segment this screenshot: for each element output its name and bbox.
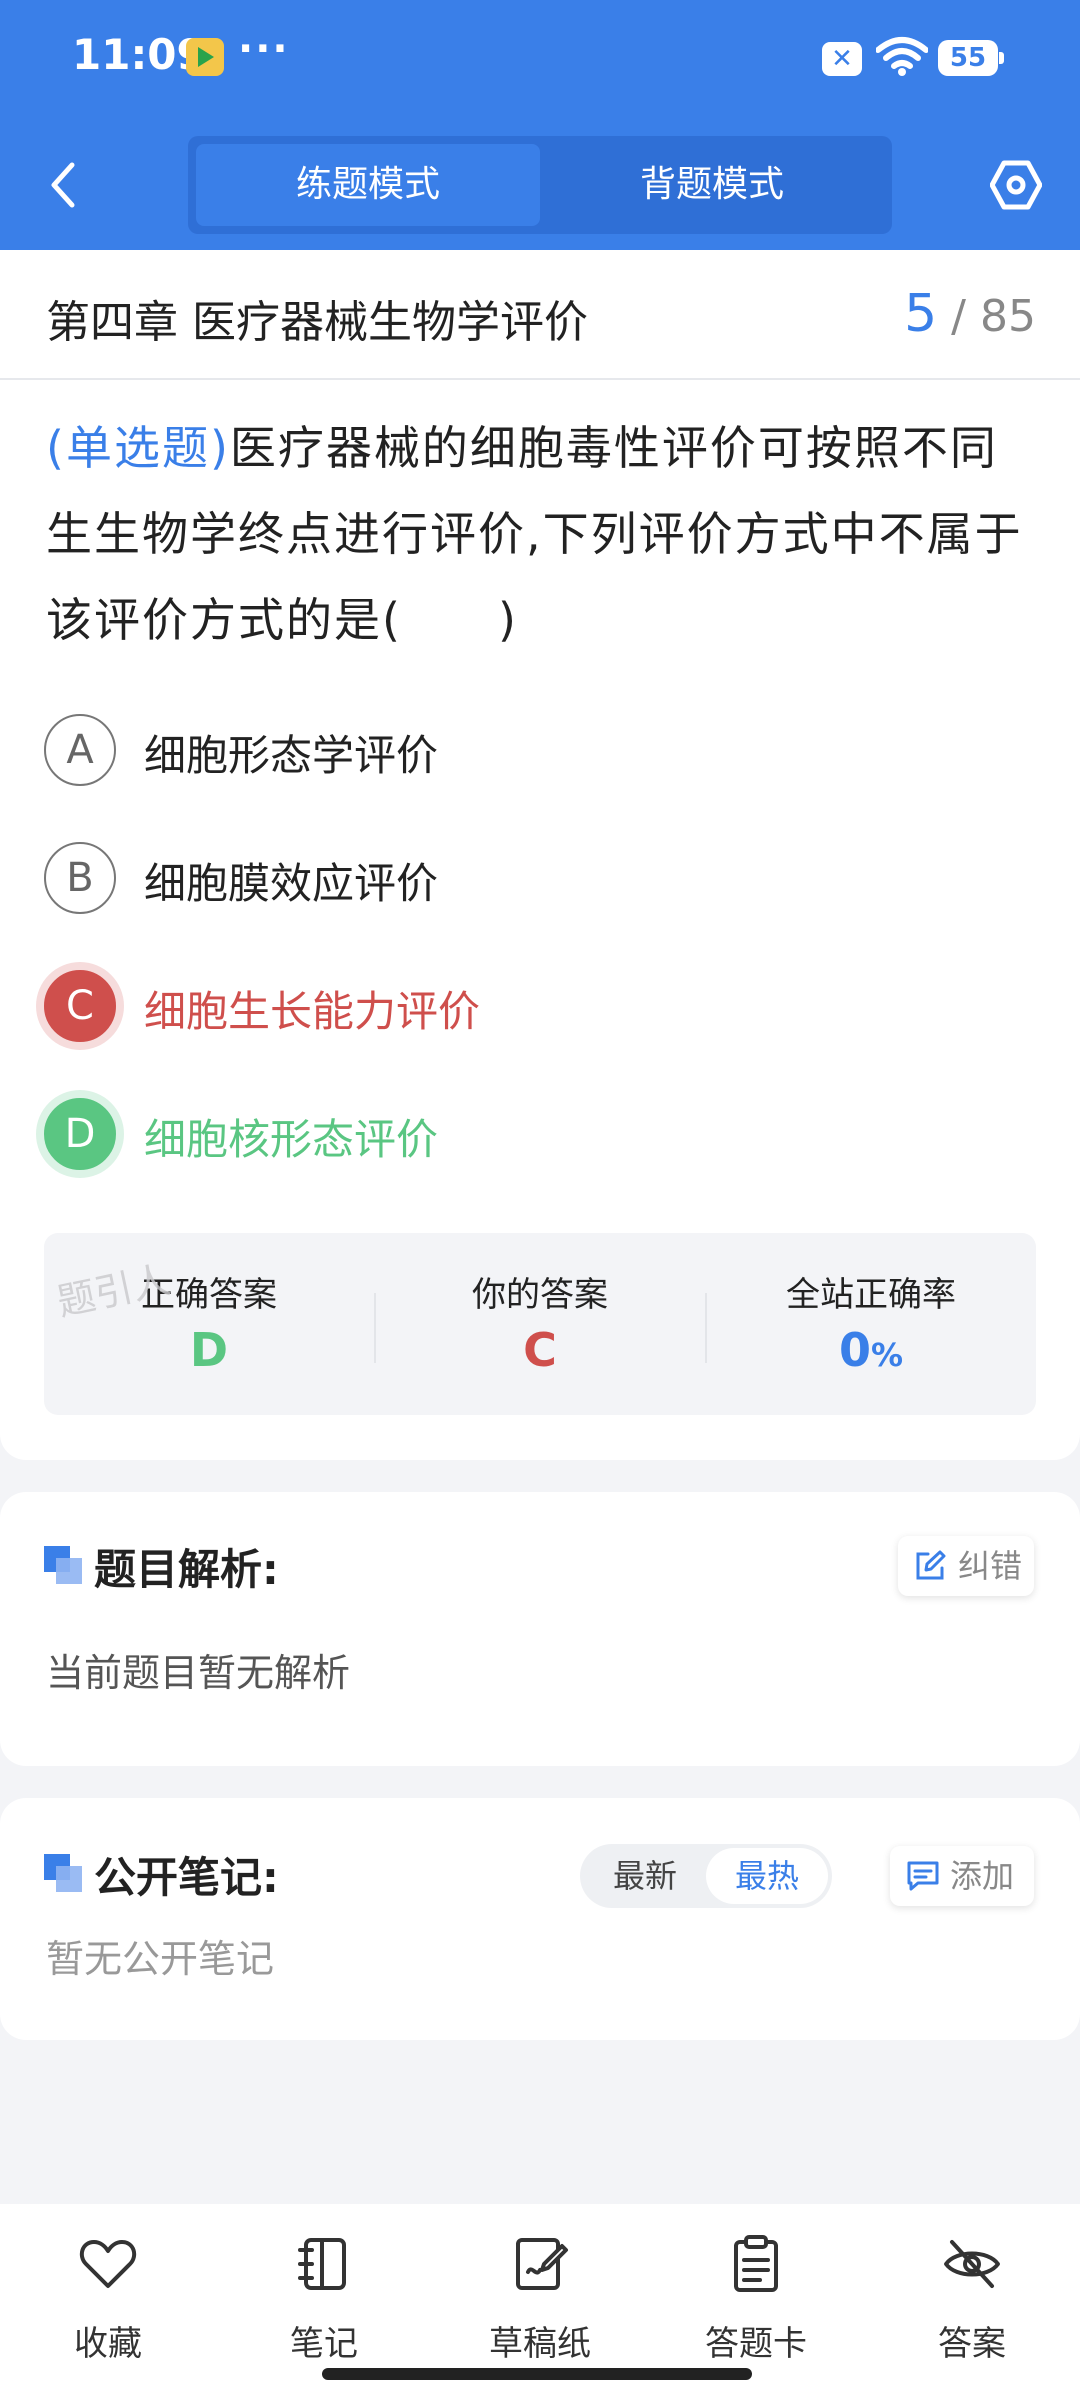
notebook-icon [298, 2238, 346, 2290]
option-text: 细胞膜效应评价 [144, 859, 439, 908]
option-letter: D [44, 1098, 116, 1170]
tab-recite-mode[interactable]: 背题模式 [540, 144, 884, 226]
nav-answer[interactable]: 答案 [882, 2224, 1062, 2364]
add-note-label: 添加 [950, 1857, 1015, 1895]
report-error-label: 纠错 [958, 1547, 1023, 1585]
settings-icon[interactable] [990, 158, 1042, 212]
accuracy-label: 全站正确率 [786, 1275, 956, 1315]
option-text: 细胞生长能力评价 [144, 987, 481, 1036]
option-letter: C [44, 970, 116, 1042]
option-letter: B [44, 842, 116, 914]
option-d[interactable]: D 细胞核形态评价 [44, 1094, 1024, 1178]
nav-answer-label: 答案 [938, 2324, 1006, 2364]
correct-answer-col: 正确答案 D [44, 1233, 374, 1415]
accuracy-value: 0% [706, 1323, 1036, 1377]
accuracy-unit: % [870, 1336, 904, 1374]
report-error-button[interactable]: 纠错 [898, 1536, 1034, 1596]
add-note-button[interactable]: 添加 [890, 1846, 1034, 1906]
notes-body: 暂无公开笔记 [46, 1937, 275, 1981]
chapter-title: 第四章 医疗器械生物学评价 [46, 297, 588, 348]
nav-notes-label: 笔记 [290, 2324, 358, 2364]
heart-icon [79, 2240, 137, 2288]
option-b[interactable]: B 细胞膜效应评价 [44, 838, 1024, 922]
option-text: 细胞形态学评价 [144, 731, 439, 780]
your-answer-label: 你的答案 [472, 1275, 608, 1315]
nav-answer-card[interactable]: 答题卡 [666, 2224, 846, 2364]
wifi-icon [876, 37, 928, 76]
correct-answer-value: D [189, 1323, 229, 1377]
option-c[interactable]: C 细胞生长能力评价 [44, 966, 1024, 1050]
option-a[interactable]: A 细胞形态学评价 [44, 710, 1024, 794]
analysis-card: 题目解析: 纠错 当前题目暂无解析 [0, 1492, 1080, 1766]
section-square-icon [44, 1854, 82, 1892]
back-icon[interactable] [38, 155, 88, 215]
draft-icon [516, 2238, 568, 2290]
question-counter[interactable]: 5 / 85 [904, 284, 1036, 344]
eye-off-icon [944, 2240, 1000, 2288]
analysis-body: 当前题目暂无解析 [46, 1651, 351, 1695]
nav-favorite-label: 收藏 [74, 2324, 142, 2364]
sort-hot[interactable]: 最热 [706, 1848, 828, 1904]
your-answer-col: 你的答案 C [375, 1233, 705, 1415]
nav-draft-label: 草稿纸 [489, 2324, 591, 2364]
status-bar: 11:09 ··· ✕ 55 [0, 0, 1080, 120]
option-letter: A [44, 714, 116, 786]
section-square-icon [44, 1546, 82, 1584]
notes-title: 公开笔记: [94, 1853, 279, 1902]
nav-answer-card-label: 答题卡 [705, 2324, 807, 2364]
question-card: 第四章 医疗器械生物学评价 5 / 85 (单选题)医疗器械的细胞毒性评价可按照… [0, 250, 1080, 1460]
accuracy-col: 全站正确率 0% [706, 1233, 1036, 1415]
public-notes-card: 公开笔记: 最新 最热 添加 暂无公开笔记 [0, 1798, 1080, 2040]
question-text-block: (单选题)医疗器械的细胞毒性评价可按照不同生生物学终点进行评价,下列评价方式中不… [46, 405, 1044, 663]
your-answer-value: C [523, 1323, 557, 1377]
option-text: 细胞核形态评价 [144, 1115, 439, 1164]
x-notification-icon: ✕ [822, 42, 862, 76]
chapter-row: 第四章 医疗器械生物学评价 5 / 85 [0, 250, 1080, 380]
question-type-label: (单选题) [46, 421, 230, 475]
clipboard-icon [734, 2235, 778, 2292]
edit-icon [916, 1550, 946, 1580]
counter-separator: / [951, 291, 966, 342]
comment-icon [907, 1861, 939, 1891]
nav-notes[interactable]: 笔记 [234, 2224, 414, 2364]
answer-result-box: 正确答案 D 你的答案 C 全站正确率 0% [44, 1233, 1036, 1415]
notes-sort-switch: 最新 最热 [580, 1844, 832, 1908]
battery-icon: 55 [938, 40, 1004, 76]
tab-practice-mode[interactable]: 练题模式 [196, 144, 540, 226]
mode-switch: 练题模式 背题模式 [188, 136, 892, 234]
counter-current: 5 [904, 284, 938, 344]
more-notifications-icon: ··· [238, 26, 290, 72]
counter-total: 85 [980, 291, 1036, 342]
sort-latest[interactable]: 最新 [584, 1848, 706, 1904]
top-header: 11:09 ··· ✕ 55 练题模式 背题模式 [0, 0, 1080, 250]
accuracy-number: 0 [838, 1323, 871, 1377]
nav-draft[interactable]: 草稿纸 [450, 2224, 630, 2364]
analysis-title: 题目解析: [94, 1545, 279, 1594]
home-indicator[interactable] [322, 2368, 752, 2380]
app-notification-icon [186, 38, 224, 76]
nav-favorite[interactable]: 收藏 [18, 2224, 198, 2364]
